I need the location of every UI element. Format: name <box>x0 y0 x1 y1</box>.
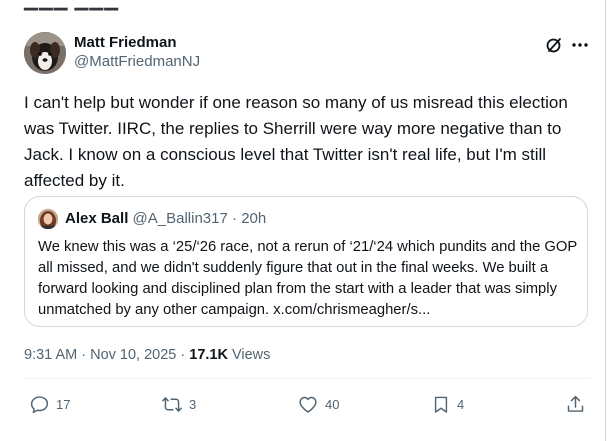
author-block: Matt Friedman @MattFriedmanNJ <box>74 34 200 72</box>
quote-header: Alex Ball @A_Ballin317 · 20h <box>65 209 266 229</box>
previous-post-fragment: ▁▁▁ ▁▁▁ <box>24 0 120 10</box>
post-text: I can't help but wonder if one reason so… <box>24 93 568 190</box>
post-timestamp-line: 9:31 AM · Nov 10, 2025 · 17.1K Views <box>24 345 270 365</box>
more-icon[interactable] <box>570 36 590 54</box>
divider <box>24 378 590 379</box>
timestamp-separator-2: · <box>176 347 190 363</box>
views-label: Views <box>227 347 271 363</box>
quote-separator: · <box>227 210 242 227</box>
timestamp-separator: · <box>77 347 91 363</box>
quote-author-avatar <box>38 209 58 229</box>
like-count: 40 <box>325 396 340 412</box>
post-time[interactable]: 9:31 AM <box>24 347 77 363</box>
author-avatar[interactable] <box>24 32 66 74</box>
avatar-photo <box>24 32 66 74</box>
quote-handle: @A_Ballin317 <box>132 210 228 227</box>
reply-count: 17 <box>56 396 71 412</box>
author-display-name[interactable]: Matt Friedman <box>74 34 200 52</box>
like-button[interactable]: 40 <box>297 394 339 415</box>
heart-icon <box>299 396 317 413</box>
grok-icon[interactable] <box>545 36 563 54</box>
bookmark-icon <box>434 396 448 413</box>
quote-age: 20h <box>241 210 267 227</box>
author-handle[interactable]: @MattFriedmanNJ <box>74 52 200 72</box>
quote-avatar-photo <box>38 209 58 229</box>
repost-button[interactable]: 3 <box>161 394 196 415</box>
post-detail-page: ▁▁▁ ▁▁▁ Matt Friedman @MattFriedmanNJ I … <box>0 0 610 441</box>
quote-display-name: Alex Ball <box>65 210 129 227</box>
post-date[interactable]: Nov 10, 2025 <box>90 347 176 363</box>
share-button[interactable] <box>565 394 586 415</box>
bookmark-count: 4 <box>457 396 465 412</box>
quoted-post[interactable]: Alex Ball @A_Ballin317 · 20h We knew thi… <box>24 196 588 327</box>
bookmark-button[interactable]: 4 <box>431 394 464 415</box>
views-count: 17.1K <box>189 347 228 363</box>
quote-text: We knew this was a ‘25/‘26 race, not a r… <box>38 239 578 318</box>
repost-count: 3 <box>189 396 197 412</box>
reply-button[interactable]: 17 <box>29 394 70 415</box>
column-border <box>605 0 606 441</box>
share-icon <box>567 395 584 412</box>
reply-icon <box>30 396 49 414</box>
repost-icon <box>162 397 182 412</box>
